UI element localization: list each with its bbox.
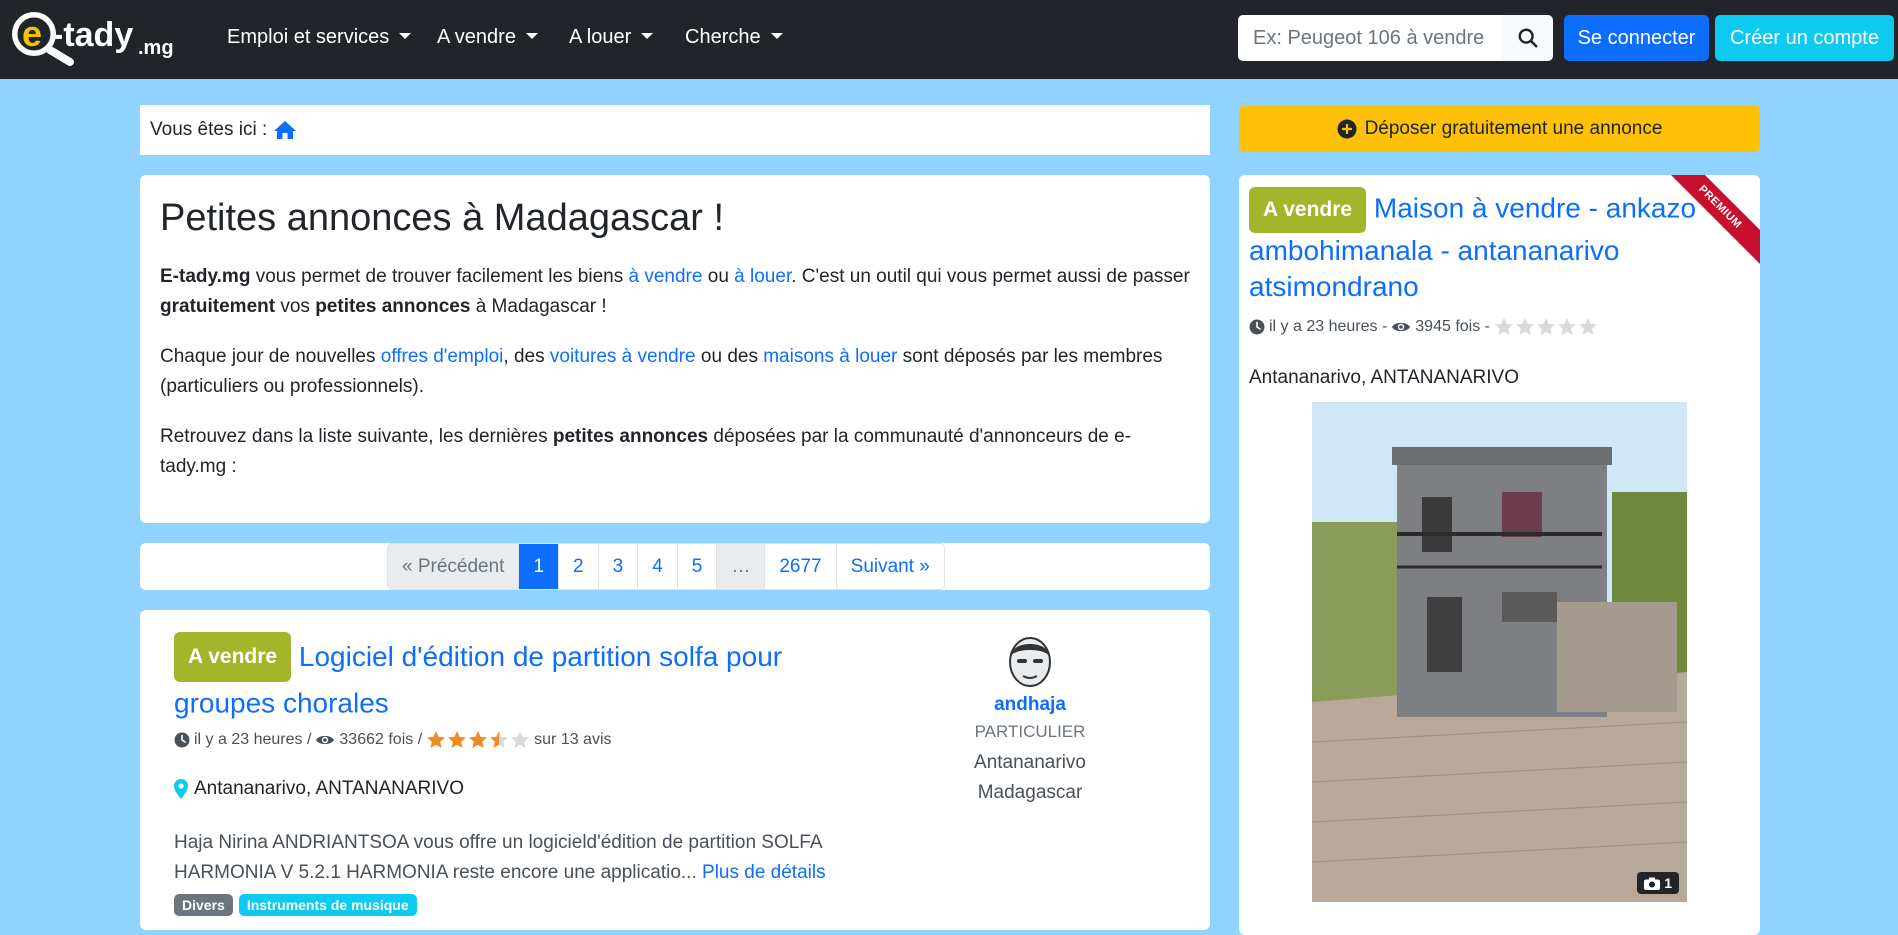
rating-stars — [426, 730, 530, 750]
listing-card: A vendre Logiciel d'édition de partition… — [140, 610, 1210, 930]
pagination-page-1[interactable]: 1 — [519, 544, 560, 589]
home-icon[interactable] — [273, 120, 297, 140]
top-navbar: e -tady .mg Emploi et services A vendre … — [0, 0, 1898, 79]
premium-rating-stars — [1494, 317, 1598, 337]
seller-type: PARTICULIER — [974, 722, 1086, 741]
search-button[interactable] — [1502, 15, 1553, 61]
caret-down-icon — [770, 32, 783, 39]
seller-country: Madagascar — [977, 782, 1083, 803]
listing-badge: A vendre — [174, 632, 292, 682]
intro-paragraph-1: E-tady.mg vous permet de trouver facilem… — [160, 266, 1190, 317]
link-voitures-a-vendre[interactable]: voitures à vendre — [550, 346, 696, 367]
premium-location: Antananarivo, ANTANANARIVO — [1249, 367, 1519, 388]
link-maisons-a-louer[interactable]: maisons à louer — [763, 346, 897, 367]
pagination-page-2[interactable]: 2 — [559, 544, 599, 589]
tag-instruments[interactable]: Instruments de musique — [238, 893, 417, 916]
photo-count-badge: 1 — [1637, 872, 1679, 894]
premium-views: 3945 fois - — [1415, 318, 1490, 335]
svg-text:.mg: .mg — [138, 37, 174, 59]
pagination-ellipsis: … — [717, 544, 766, 589]
caret-down-icon — [525, 32, 538, 39]
premium-badge: A vendre — [1249, 187, 1367, 233]
star-icon — [469, 730, 488, 748]
pagination-page-3[interactable]: 3 — [599, 544, 639, 589]
pagination-page-4[interactable]: 4 — [638, 544, 678, 589]
pagination-previous: « Précédent — [388, 544, 520, 589]
pagination-page-5[interactable]: 5 — [678, 544, 718, 589]
star-icon — [1495, 318, 1513, 335]
seller-name[interactable]: andhaja — [940, 694, 1120, 716]
intro-paragraph-3: Retrouvez dans la liste suivante, les de… — [160, 426, 1132, 477]
login-button[interactable]: Se connecter — [1564, 15, 1709, 61]
clock-icon — [174, 732, 190, 748]
nav-menu-cherche[interactable]: Cherche — [685, 26, 783, 49]
eye-icon — [1392, 322, 1411, 332]
listing-views: 33662 fois / — [339, 730, 423, 748]
nav-menu-a-louer[interactable]: A louer — [569, 26, 654, 49]
listing-reviews: sur 13 avis — [534, 730, 612, 748]
tag-divers[interactable]: Divers — [174, 893, 233, 916]
intro-card: Petites annonces à Madagascar ! E-tady.m… — [140, 175, 1210, 523]
star-icon — [448, 730, 467, 748]
link-a-louer[interactable]: à louer — [734, 266, 791, 287]
star-icon — [1516, 318, 1534, 335]
search-icon — [1518, 28, 1538, 48]
map-pin-icon — [174, 778, 188, 799]
plus-circle-icon — [1337, 119, 1357, 138]
breadcrumb-label: Vous êtes ici : — [150, 119, 268, 140]
link-a-vendre[interactable]: à vendre — [629, 266, 703, 287]
pagination: « Précédent 1 2 3 4 5 … 2677 Suivant » — [387, 543, 945, 590]
breadcrumb: Vous êtes ici : — [140, 105, 1210, 155]
pagination-next[interactable]: Suivant » — [837, 544, 944, 589]
listing-description: Haja Nirina ANDRIANTSOA vous offre un lo… — [174, 831, 826, 883]
star-icon — [1537, 318, 1555, 335]
post-ad-button[interactable]: Déposer gratuitement une annonce — [1239, 105, 1760, 152]
premium-time: il y a 23 heures - — [1269, 318, 1388, 335]
premium-meta: il y a 23 heures - 3945 fois - — [1249, 317, 1750, 337]
caret-down-icon — [399, 32, 412, 39]
clock-icon — [1249, 319, 1265, 335]
intro-paragraph-2: Chaque jour de nouvelles offres d'emploi… — [160, 346, 1163, 397]
seller-box: andhaja PARTICULIER Antananarivo Madagas… — [940, 632, 1120, 808]
premium-photo[interactable]: 1 — [1312, 402, 1687, 902]
star-icon — [1558, 318, 1576, 335]
avatar[interactable] — [1005, 632, 1055, 690]
caret-down-icon — [641, 32, 654, 39]
star-icon — [1579, 318, 1597, 335]
listing-title-row: A vendre Logiciel d'édition de partition… — [174, 632, 834, 724]
eye-icon — [316, 735, 335, 744]
search-input[interactable] — [1238, 15, 1502, 61]
nav-menu-a-vendre[interactable]: A vendre — [437, 26, 538, 49]
page-title: Petites annonces à Madagascar ! — [160, 197, 725, 239]
camera-icon — [1644, 877, 1661, 890]
star-icon — [511, 730, 530, 748]
pagination-page-last[interactable]: 2677 — [765, 544, 837, 589]
listing-time: il y a 23 heures / — [194, 730, 312, 748]
svg-text:-tady: -tady — [52, 16, 133, 54]
nav-menu-emploi[interactable]: Emploi et services — [227, 26, 412, 49]
more-details-link[interactable]: Plus de détails — [702, 862, 826, 883]
premium-listing-card: PREMIUM A vendre Maison à vendre - ankaz… — [1239, 175, 1760, 935]
star-icon — [490, 730, 509, 748]
listing-tags: Divers Instruments de musique — [174, 893, 1176, 916]
register-button[interactable]: Créer un compte — [1715, 15, 1894, 61]
link-offres-emploi[interactable]: offres d'emploi — [381, 346, 504, 367]
svg-text:e: e — [22, 13, 42, 54]
pagination-card: « Précédent 1 2 3 4 5 … 2677 Suivant » — [140, 543, 1210, 590]
star-icon — [427, 730, 446, 748]
seller-city: Antananarivo — [974, 752, 1086, 773]
site-logo[interactable]: e -tady .mg — [6, 6, 206, 68]
premium-title-row: A vendre Maison à vendre - ankazo ambohi… — [1249, 187, 1750, 305]
